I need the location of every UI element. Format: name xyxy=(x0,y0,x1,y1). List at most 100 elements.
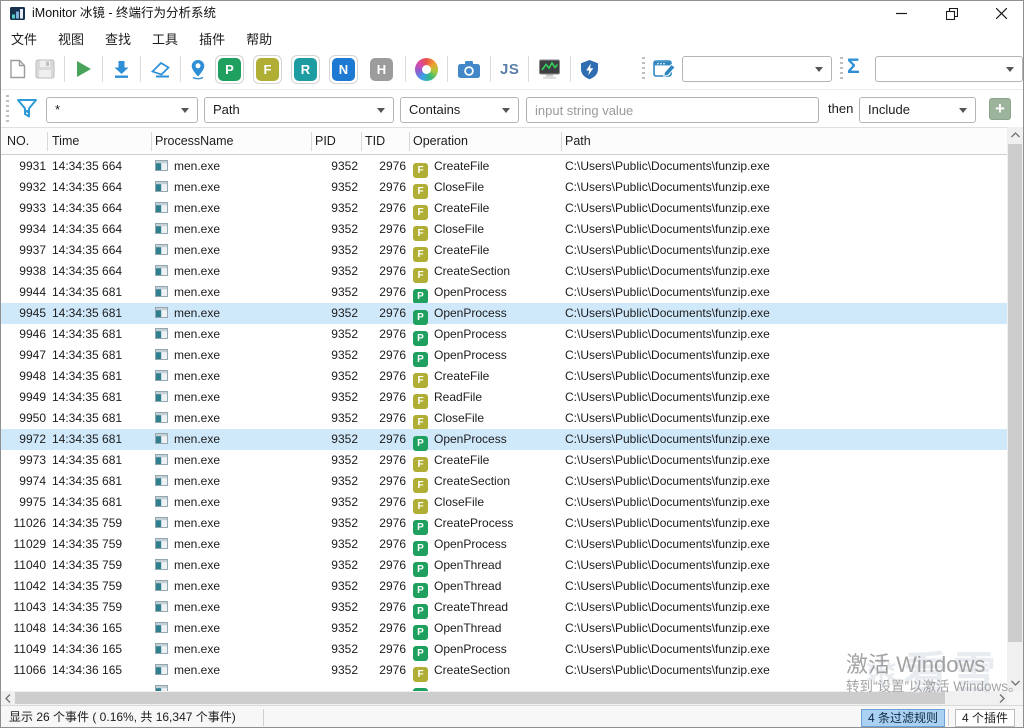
column-header-operation[interactable]: Operation xyxy=(413,128,468,155)
table-row[interactable]: 9932 14:34:35 664 men.exe 9352 2976 F CloseFil… xyxy=(1,177,1009,199)
column-header-pid[interactable]: PID xyxy=(315,128,336,155)
column-divider[interactable] xyxy=(311,132,312,151)
sigma-statistics-icon[interactable]: Σ xyxy=(847,55,860,79)
filter-scope-select[interactable]: * xyxy=(46,97,198,123)
download-button[interactable] xyxy=(112,59,131,79)
table-row[interactable]: 11049 14:34:36 165 men.exe 9352 2976 P OpenPro… xyxy=(1,639,1009,661)
table-row[interactable]: 9937 14:34:35 664 men.exe 9352 2976 F CreateFi… xyxy=(1,240,1009,262)
horizontal-scroll-thumb[interactable] xyxy=(15,692,945,704)
table-row[interactable]: 9946 14:34:35 681 men.exe 9352 2976 P OpenProc… xyxy=(1,324,1009,346)
table-row[interactable]: 9938 14:34:35 664 men.exe 9352 2976 F CreateSe… xyxy=(1,261,1009,283)
horizontal-scrollbar[interactable] xyxy=(1,691,1009,705)
menu-view[interactable]: 视图 xyxy=(51,27,91,50)
operation-icon: P xyxy=(413,310,428,325)
close-button[interactable] xyxy=(979,1,1023,26)
toolbar-letter-button[interactable]: N xyxy=(329,54,358,84)
table-row[interactable]: 11042 14:34:35 759 men.exe 9352 2976 P OpenThr… xyxy=(1,576,1009,598)
table-row[interactable]: 9944 14:34:35 681 men.exe 9352 2976 P OpenProc… xyxy=(1,282,1009,304)
screenshot-button[interactable] xyxy=(457,60,481,79)
start-capture-button[interactable] xyxy=(74,59,93,79)
menu-file[interactable]: 文件 xyxy=(4,27,44,50)
plugins-badge[interactable]: 4 个插件 xyxy=(955,709,1016,727)
table-row[interactable]: 9948 14:34:35 681 men.exe 9352 2976 F CreateFi… xyxy=(1,366,1009,388)
filter-operator-select[interactable]: Contains xyxy=(400,97,519,123)
menu-help[interactable]: 帮助 xyxy=(239,27,279,50)
c-proc: men.exe xyxy=(155,534,220,555)
toolbar-grip[interactable] xyxy=(840,57,843,82)
column-divider[interactable] xyxy=(361,132,362,151)
restore-button[interactable] xyxy=(929,1,974,26)
filter-rules-badge[interactable]: 4 条过滤规则 xyxy=(861,709,946,727)
column-divider[interactable] xyxy=(409,132,410,151)
toolbar-combobox-2[interactable] xyxy=(875,56,1023,82)
c-proc: men.exe xyxy=(155,597,220,618)
c-op: P OpenProcess xyxy=(413,429,507,451)
column-divider[interactable] xyxy=(561,132,562,151)
toolbar-letter-button[interactable]: P xyxy=(215,54,244,84)
table-row[interactable]: 9975 14:34:35 681 men.exe 9352 2976 F CloseFil… xyxy=(1,492,1009,514)
column-divider[interactable] xyxy=(151,132,152,151)
column-header-path[interactable]: Path xyxy=(565,128,591,155)
c-tid: 2976 xyxy=(379,348,406,362)
table-row[interactable]: 11026 14:34:35 759 men.exe 9352 2976 P CreateP… xyxy=(1,513,1009,535)
table-row[interactable]: 9947 14:34:35 681 men.exe 9352 2976 P OpenProc… xyxy=(1,345,1009,367)
table-row[interactable]: 9931 14:34:35 664 men.exe 9352 2976 F CreateFi… xyxy=(1,156,1009,178)
table-row[interactable]: 9945 14:34:35 681 men.exe 9352 2976 P OpenProc… xyxy=(1,303,1009,325)
table-row[interactable]: 11066 14:34:36 165 men.exe 9352 2976 F CreateS… xyxy=(1,660,1009,682)
vertical-scrollbar[interactable] xyxy=(1007,127,1023,691)
letter-N-icon: N xyxy=(332,57,355,81)
c-op: F CreateSection xyxy=(413,660,510,682)
clear-eraser-button[interactable] xyxy=(150,60,171,79)
scroll-down-icon[interactable] xyxy=(1007,675,1023,691)
table-row[interactable]: 9950 14:34:35 681 men.exe 9352 2976 F CloseFil… xyxy=(1,408,1009,430)
table-row[interactable]: 11029 14:34:35 759 men.exe 9352 2976 P OpenPro… xyxy=(1,534,1009,556)
filterbar-grip[interactable] xyxy=(6,95,9,122)
table-row[interactable]: 9933 14:34:35 664 men.exe 9352 2976 F CreateFi… xyxy=(1,198,1009,220)
table-row[interactable]: 11040 14:34:35 759 men.exe 9352 2976 P OpenThr… xyxy=(1,555,1009,577)
menu-find[interactable]: 查找 xyxy=(98,27,138,50)
c-op: F CreateSection xyxy=(413,261,510,283)
report-form-button[interactable] xyxy=(653,59,676,85)
js-script-button[interactable]: JS xyxy=(500,61,519,78)
add-filter-button[interactable]: + xyxy=(989,98,1011,120)
c-no: 9949 xyxy=(19,390,46,404)
toolbar-letter-button[interactable]: R xyxy=(291,54,320,84)
new-file-button[interactable] xyxy=(9,59,26,79)
column-header-tid[interactable]: TID xyxy=(365,128,385,155)
column-header-no[interactable]: NO. xyxy=(7,128,29,155)
toolbar-grip[interactable] xyxy=(642,57,645,82)
shield-button[interactable] xyxy=(580,59,599,80)
process-name: men.exe xyxy=(174,201,221,215)
toolbar-letter-button[interactable]: F xyxy=(253,54,282,84)
c-op: P OpenProcess xyxy=(413,639,507,661)
vertical-scroll-thumb[interactable] xyxy=(1008,144,1022,642)
column-header-process[interactable]: ProcessName xyxy=(155,128,234,155)
column-divider[interactable] xyxy=(47,132,48,151)
toolbar-letter-button[interactable]: H xyxy=(367,54,396,84)
table-row[interactable]: P xyxy=(1,681,1009,691)
table-row[interactable]: 9973 14:34:35 681 men.exe 9352 2976 F CreateFi… xyxy=(1,450,1009,472)
menu-tools[interactable]: 工具 xyxy=(145,27,185,50)
toolbar-combobox-1[interactable] xyxy=(682,56,832,82)
task-manager-button[interactable] xyxy=(538,59,561,80)
toolbar: P F R N H JS Σ xyxy=(1,49,1023,90)
filter-value-input[interactable] xyxy=(526,97,819,123)
save-button[interactable] xyxy=(35,59,55,79)
table-row[interactable]: 11043 14:34:35 759 men.exe 9352 2976 P CreateT… xyxy=(1,597,1009,619)
table-row[interactable]: 9972 14:34:35 681 men.exe 9352 2976 P OpenProc… xyxy=(1,429,1009,451)
c-proc: men.exe xyxy=(155,240,220,261)
column-header-time[interactable]: Time xyxy=(52,128,79,155)
table-row[interactable]: 9974 14:34:35 681 men.exe 9352 2976 F CreateSe… xyxy=(1,471,1009,493)
table-row[interactable]: 9949 14:34:35 681 men.exe 9352 2976 F ReadFile… xyxy=(1,387,1009,409)
menu-plugins[interactable]: 插件 xyxy=(192,27,232,50)
table-row[interactable]: 9934 14:34:35 664 men.exe 9352 2976 F CloseFil… xyxy=(1,219,1009,241)
table-row[interactable]: 11048 14:34:36 165 men.exe 9352 2976 P OpenThr… xyxy=(1,618,1009,640)
color-wheel-button[interactable] xyxy=(415,57,438,81)
scrollbar-corner xyxy=(1007,691,1023,705)
filter-field-select[interactable]: Path xyxy=(204,97,394,123)
scroll-up-icon[interactable] xyxy=(1007,127,1023,143)
filter-action-select[interactable]: Include xyxy=(859,97,976,123)
scroll-left-icon[interactable] xyxy=(1,691,15,705)
minimize-button[interactable] xyxy=(879,1,924,26)
location-pin-button[interactable] xyxy=(190,59,206,80)
